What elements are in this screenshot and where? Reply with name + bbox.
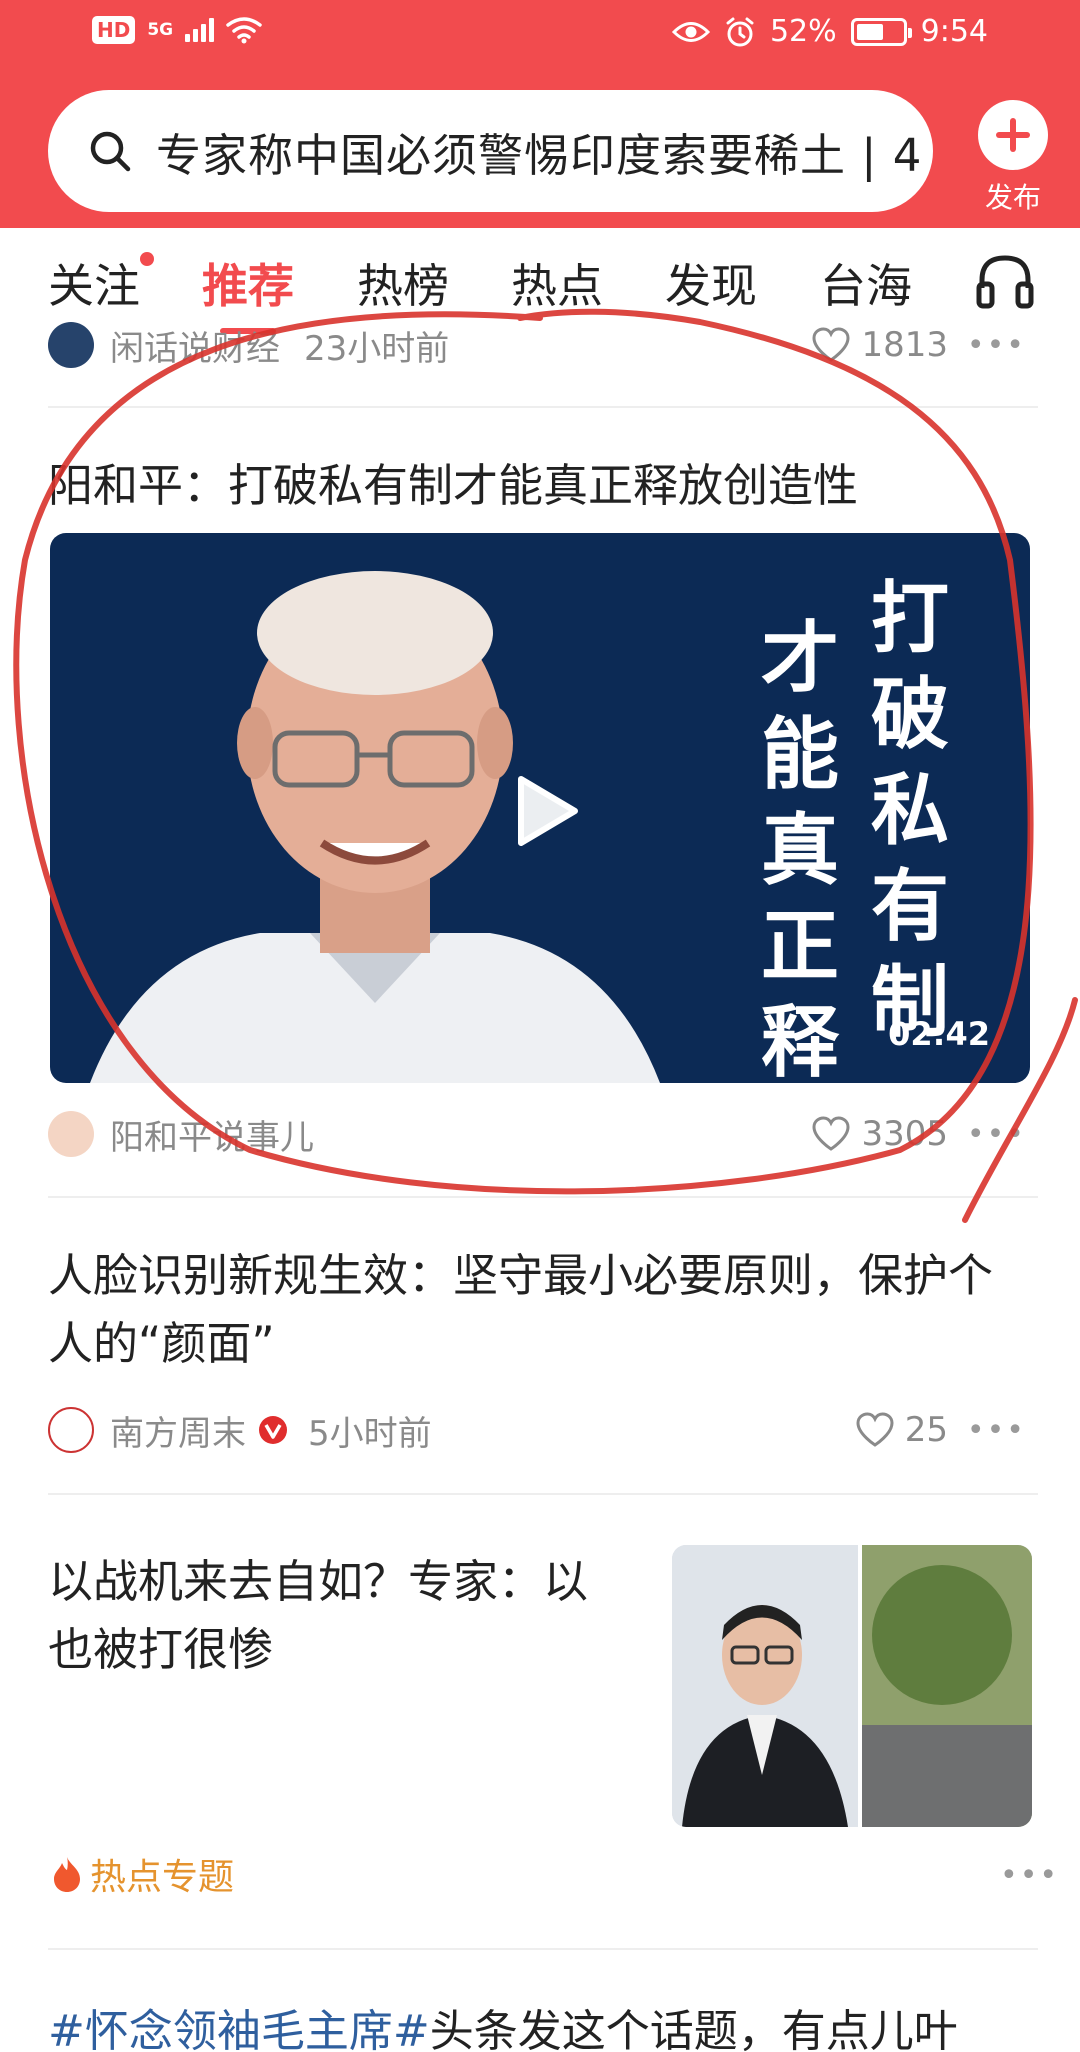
status-bar: HD 5G 52% 9:54 [0, 0, 1080, 78]
hd-icon: HD [92, 16, 136, 44]
video-duration: 02:42 [888, 1015, 990, 1053]
search-suggestion-text: 专家称中国必须警惕印度索要稀土 | 4 [156, 128, 923, 182]
like-button[interactable]: 3305 [811, 1114, 948, 1154]
search-icon [90, 131, 131, 172]
tab-recommend-label: 推荐 [202, 259, 294, 313]
video-overlay-text-left: 才能真正释放 [760, 614, 839, 1083]
battery-icon [850, 17, 912, 46]
publish-label: 发布 [984, 181, 1041, 214]
flame-icon [54, 1857, 80, 1892]
post-time: 23小时前 [304, 328, 450, 369]
feed-item-meta-article: 南方周末 5小时前 25 ••• [48, 1400, 1038, 1460]
source-avatar [48, 322, 94, 368]
feed-divider [48, 406, 1038, 408]
like-count: 3305 [861, 1114, 948, 1154]
like-button[interactable]: 25 [855, 1410, 948, 1450]
more-icon[interactable]: ••• [967, 1117, 1026, 1152]
news-thumbnail[interactable] [672, 1545, 1032, 1827]
more-icon[interactable]: ••• [967, 328, 1026, 363]
tab-discover[interactable]: 发现 [665, 250, 757, 316]
more-icon[interactable]: ••• [1000, 1858, 1068, 1893]
search-bar[interactable]: 专家称中国必须警惕印度索要稀土 | 4 [48, 90, 933, 212]
channel-tabs: 关注 推荐 热榜 热点 发现 台海 [0, 228, 1080, 334]
verified-badge-icon [259, 1416, 287, 1444]
video-headline[interactable]: 阳和平：打破私有制才能真正释放创造性 [48, 452, 1038, 520]
hashtag-headline[interactable]: #怀念领袖毛主席#头条发这个话题，有点儿叶 [48, 1995, 958, 2052]
tab-follow-label: 关注 [48, 259, 140, 313]
source-avatar [48, 1111, 94, 1157]
hashtag-text: 头条发这个话题，有点儿叶 [429, 2006, 958, 2052]
status-right: 52% 9:54 [671, 14, 988, 49]
feed-divider [48, 1948, 1038, 1950]
hot-topic-tag[interactable]: 热点专题 [52, 1848, 234, 1900]
top-header: HD 5G 52% 9:54 专家称中国必须警惕印度索要稀土 | 4 发布 [0, 0, 1080, 228]
feed-item-meta-video: 阳和平说事儿 3305 ••• [48, 1104, 1038, 1164]
like-count: 25 [904, 1410, 948, 1450]
status-left: HD 5G [92, 16, 262, 44]
source-name[interactable]: 闲话说财经 [110, 321, 280, 370]
like-count: 1813 [861, 325, 948, 365]
image-item-headline[interactable]: 以战机来去自如？专家：以也被打很惨 [48, 1548, 628, 1684]
headphones-icon[interactable] [975, 252, 1035, 310]
feed-divider [48, 1196, 1038, 1198]
battery-percent: 52% [769, 14, 837, 49]
article-headline[interactable]: 人脸识别新规生效：坚守最小必要原则，保护个人的“颜面” [48, 1242, 1028, 1378]
tab-follow[interactable]: 关注 [48, 250, 154, 316]
video-overlay-text-right: 打破私有制 [870, 574, 949, 1048]
heart-icon [856, 1412, 894, 1447]
post-time: 5小时前 [308, 1413, 432, 1454]
like-button[interactable]: 1813 [811, 325, 948, 365]
notification-dot [140, 252, 154, 266]
hot-topic-label: 热点专题 [90, 1857, 235, 1898]
play-icon[interactable] [505, 771, 585, 851]
eye-icon [671, 21, 710, 42]
tab-recommend[interactable]: 推荐 [202, 250, 294, 334]
source-name[interactable]: 阳和平说事儿 [110, 1110, 314, 1159]
source-avatar [48, 1407, 94, 1453]
signal-icon [185, 18, 215, 42]
news-thumbnail-image [672, 1545, 1032, 1827]
source-name[interactable]: 南方周末 [110, 1406, 246, 1455]
heart-icon [812, 327, 850, 362]
plus-icon [978, 100, 1048, 170]
feed-item-meta-partial: 闲话说财经 23小时前 1813 ••• [48, 316, 1038, 374]
feed-divider [48, 1493, 1038, 1495]
network-type: 5G [147, 19, 174, 40]
alarm-icon [726, 17, 754, 46]
more-icon[interactable]: ••• [967, 1413, 1026, 1448]
wifi-icon [226, 17, 262, 44]
hashtag-link[interactable]: #怀念领袖毛主席# [48, 2006, 430, 2052]
publish-button[interactable]: 发布 [958, 100, 1068, 214]
heart-icon [812, 1116, 850, 1151]
tab-hot-list[interactable]: 热榜 [357, 250, 449, 316]
tab-taiwan-strait[interactable]: 台海 [820, 250, 912, 316]
tab-hot-spots[interactable]: 热点 [511, 250, 603, 316]
video-thumbnail[interactable]: 打破私有制 才能真正释放 02:42 [50, 533, 1030, 1083]
clock-time: 9:54 [920, 14, 988, 49]
